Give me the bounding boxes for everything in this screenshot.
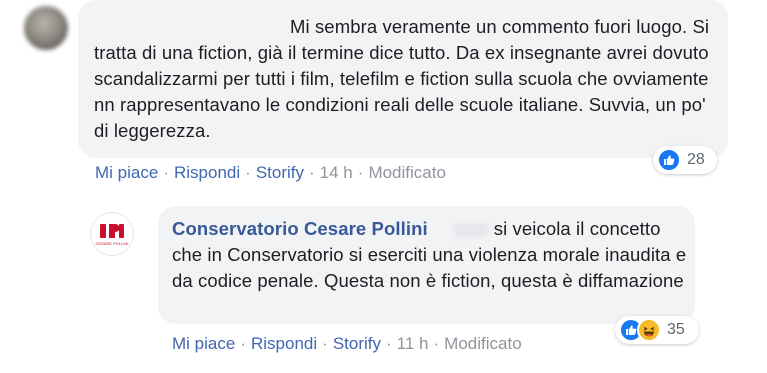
storify-link[interactable]: Storify [256,163,304,182]
storify-link[interactable]: Storify [333,334,381,353]
reaction-count[interactable]: 28 [687,151,705,169]
reply-link[interactable]: Rispondi [174,163,240,182]
reply-text: Conservatorio Cesare Pollini si veicola i… [172,218,687,291]
reaction-count[interactable]: 35 [667,321,685,339]
commenter-avatar[interactable] [24,6,68,50]
comment-text: Mi sembra veramente un commento fuori lu… [94,16,710,141]
haha-icon [637,318,661,342]
timestamp[interactable]: 11 h [397,334,429,353]
comment-bubble: Mi sembra veramente un commento fuori lu… [78,0,728,158]
like-link[interactable]: Mi piace [172,334,235,353]
reactions-summary[interactable]: 35 [615,316,699,344]
redacted-mention [453,223,488,238]
reply-actions: Mi piace · Rispondi · Storify · 11 h · Modificat… [172,334,522,353]
author-name[interactable]: Conservatorio Cesare Pollini [172,218,428,239]
reply-link[interactable]: Rispondi [251,334,317,353]
edited-label[interactable]: Modificato [368,163,445,182]
reply-bubble: Conservatorio Cesare Pollini si veicola i… [158,206,695,324]
conservatorio-avatar[interactable]: CESARE POLLINI [90,212,134,256]
timestamp[interactable]: 14 h [320,163,353,182]
reactions-summary[interactable]: 28 [653,146,717,174]
logo-text: CESARE POLLINI [96,241,129,246]
like-link[interactable]: Mi piace [95,163,158,182]
comment-actions: Mi piace · Rispondi · Storify · 14 h · Modificat… [95,163,446,182]
like-icon [657,148,681,172]
edited-label[interactable]: Modificato [444,334,521,353]
